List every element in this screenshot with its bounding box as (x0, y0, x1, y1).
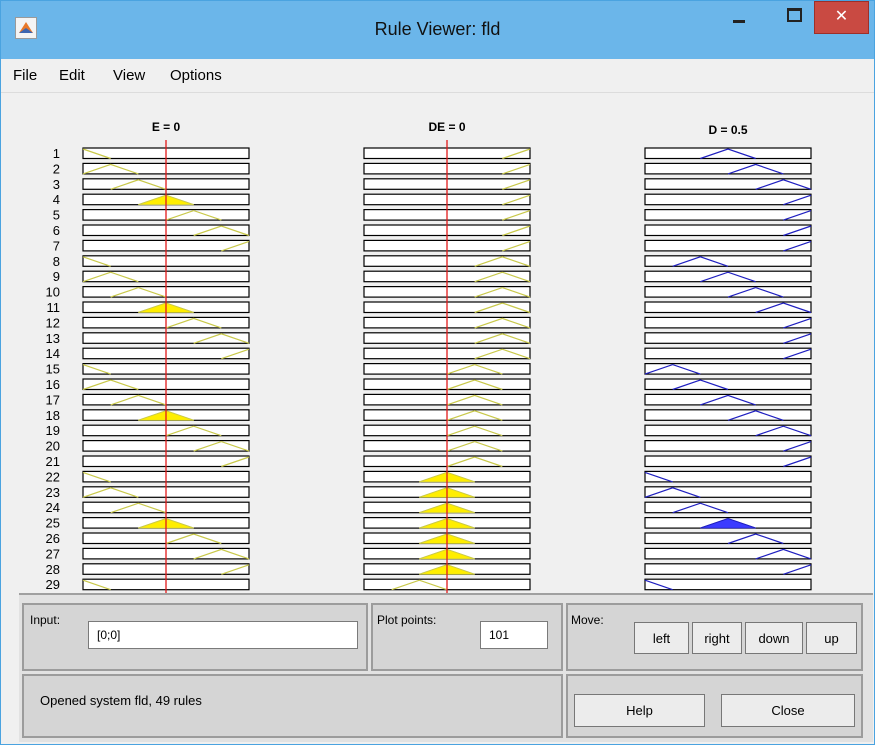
help-button[interactable]: Help (574, 694, 705, 727)
rule-mf-box (644, 255, 812, 267)
rule-number: 10 (46, 285, 60, 300)
rule-mf-box (644, 501, 812, 514)
input-label: Input: (30, 613, 61, 627)
rule-number: 8 (53, 254, 60, 269)
close-button[interactable]: Close (721, 694, 855, 727)
menu-edit[interactable]: Edit (59, 67, 85, 84)
rule-number: 14 (46, 346, 60, 361)
close-window-button[interactable]: ✕ (814, 1, 869, 34)
rule-viewer-window: Rule Viewer: fld ✕ File Edit View Option… (0, 0, 875, 745)
rule-number: 27 (46, 546, 60, 561)
input-panel: Input: (22, 603, 368, 671)
input-field[interactable] (88, 621, 358, 649)
column-heading: DE = 0 (428, 120, 465, 134)
column-heading: E = 0 (152, 120, 181, 134)
rule-mf-box (644, 378, 812, 391)
menu-file[interactable]: File (13, 67, 37, 84)
menu-view[interactable]: View (113, 67, 145, 84)
move-panel: Move: left right down up (566, 603, 863, 671)
actions-panel: Help Close (566, 674, 863, 738)
rule-mf-box (644, 286, 812, 298)
rule-number: 7 (53, 238, 60, 253)
rule-number: 21 (46, 454, 60, 469)
rule-number: 4 (53, 192, 60, 207)
rule-number: 13 (46, 331, 60, 346)
rule-number: 3 (53, 177, 60, 192)
maximize-button[interactable] (773, 1, 813, 34)
rule-number: 9 (53, 269, 60, 284)
rule-number: 5 (53, 208, 60, 223)
rule-plot-area: E = 0 DE = 0D = 0.5 1 2 3 4 5 6 7 8 9 10 11 12 13 14 15 1… (19, 93, 857, 611)
menu-bar: File Edit View Options (1, 59, 874, 93)
rule-number: 19 (46, 423, 60, 438)
rule-number: 2 (53, 161, 60, 176)
rule-mf-box (644, 409, 812, 421)
rule-number: 23 (46, 485, 60, 500)
rule-number: 1 (53, 146, 60, 161)
column-heading: D = 0.5 (708, 123, 747, 137)
move-left-button[interactable]: left (634, 622, 689, 654)
rule-number: 20 (46, 439, 60, 454)
rule-number: 22 (46, 469, 60, 484)
control-panel: Input: Plot points: Move: left right dow… (19, 593, 873, 742)
move-right-button[interactable]: right (692, 622, 742, 654)
move-label: Move: (571, 613, 604, 627)
plot-points-panel: Plot points: (371, 603, 563, 671)
rule-number: 24 (46, 500, 60, 515)
rule-mf-box (644, 532, 812, 545)
menu-options[interactable]: Options (170, 67, 222, 84)
rule-number: 18 (46, 408, 60, 423)
title-bar: Rule Viewer: fld ✕ (1, 1, 874, 59)
rule-number: 6 (53, 223, 60, 238)
plot-points-field[interactable] (480, 621, 548, 649)
minimize-button[interactable] (719, 1, 759, 34)
move-down-button[interactable]: down (745, 622, 803, 654)
move-up-button[interactable]: up (806, 622, 857, 654)
rule-number: 15 (46, 362, 60, 377)
status-text: Opened system fld, 49 rules (40, 693, 202, 708)
rule-number: 16 (46, 377, 60, 392)
rule-number: 25 (46, 516, 60, 531)
rule-mf-box (644, 162, 812, 175)
rule-number: 17 (46, 392, 60, 407)
rule-number: 29 (46, 577, 60, 592)
rule-number: 11 (47, 300, 61, 315)
rule-plots: E = 0 DE = 0D = 0.51234567891011121314151… (46, 120, 812, 611)
rule-number: 12 (46, 315, 60, 330)
status-panel: Opened system fld, 49 rules (22, 674, 563, 738)
rule-number: 26 (46, 531, 60, 546)
rule-number: 28 (46, 562, 60, 577)
plot-points-label: Plot points: (377, 613, 437, 627)
